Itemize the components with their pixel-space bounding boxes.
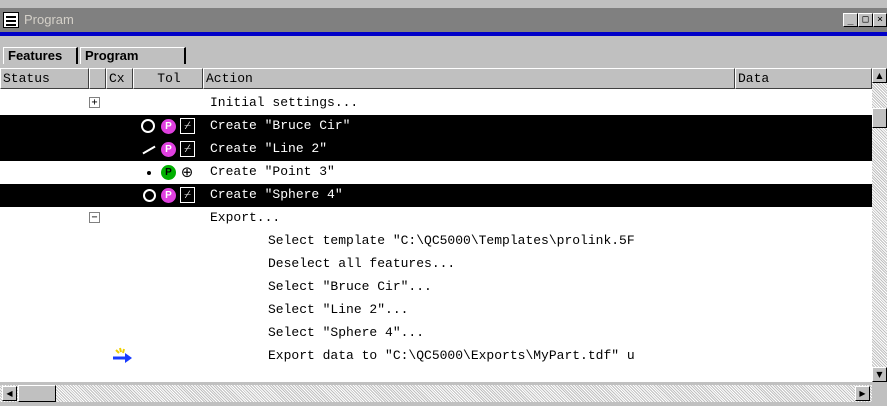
tolerance-icon: ⌿ xyxy=(180,187,195,203)
row-action: Initial settings... xyxy=(210,95,359,110)
circle-feature-icon xyxy=(141,119,155,133)
scroll-right-button[interactable]: ▶ xyxy=(855,386,870,401)
column-header-status[interactable]: Status xyxy=(0,68,89,89)
current-step-arrow-icon xyxy=(113,347,132,363)
program-app-icon[interactable] xyxy=(3,12,19,28)
point-feature-icon xyxy=(147,171,151,175)
probe-badge-icon: P xyxy=(161,188,176,203)
close-button[interactable]: × xyxy=(873,13,887,27)
list-item[interactable]: + Initial settings... xyxy=(0,92,872,115)
program-window: Program _ □ × Features Program Status Cx… xyxy=(0,0,887,406)
column-header-data[interactable]: Data xyxy=(735,68,872,89)
list-item[interactable]: P ⊕ Create "Point 3" xyxy=(0,161,872,184)
line-feature-icon xyxy=(142,145,156,155)
list-item[interactable]: Select "Bruce Cir"... xyxy=(0,276,872,299)
list-item[interactable]: Export data to "C:\QC5000\Exports\MyPart… xyxy=(0,345,872,368)
horizontal-scroll-thumb[interactable] xyxy=(18,385,56,402)
row-action: Export... xyxy=(210,210,281,225)
list-item[interactable]: − Export... xyxy=(0,207,872,230)
window-title: Program xyxy=(24,12,74,27)
list-item[interactable]: Select "Line 2"... xyxy=(0,299,872,322)
list-item[interactable]: Deselect all features... xyxy=(0,253,872,276)
list-item[interactable]: P ⌿ Create "Sphere 4" xyxy=(0,184,872,207)
column-header-blank[interactable] xyxy=(89,68,106,89)
tolerance-icon: ⌿ xyxy=(180,118,195,134)
title-accent-bar xyxy=(0,32,887,36)
row-action: Create "Sphere 4" xyxy=(210,187,343,202)
position-tolerance-icon: ⊕ xyxy=(180,163,194,181)
row-action: Create "Point 3" xyxy=(210,164,335,179)
expand-icon[interactable]: + xyxy=(89,97,100,108)
sphere-feature-icon xyxy=(143,189,156,202)
probe-badge-icon: P xyxy=(161,165,176,180)
title-bar[interactable]: Program _ □ × xyxy=(0,8,887,32)
scroll-down-button[interactable]: ▼ xyxy=(872,367,887,382)
tab-features[interactable]: Features xyxy=(3,47,78,64)
row-action: Create "Line 2" xyxy=(210,141,328,156)
tolerance-icon: ⌿ xyxy=(180,141,195,157)
row-action: Select template "C:\QC5000\Templates\pro… xyxy=(268,233,635,248)
column-header-tol[interactable]: Tol xyxy=(133,68,203,89)
list-item[interactable]: Select "Sphere 4"... xyxy=(0,322,872,345)
minimize-button[interactable]: _ xyxy=(843,13,858,27)
horizontal-scrollbar[interactable]: ◀ ▶ xyxy=(0,385,872,402)
probe-badge-icon: P xyxy=(161,142,176,157)
column-header-cx[interactable]: Cx xyxy=(106,68,133,89)
scroll-left-button[interactable]: ◀ xyxy=(2,386,17,401)
row-action: Select "Sphere 4"... xyxy=(268,325,425,340)
row-action: Deselect all features... xyxy=(268,256,456,271)
tab-program[interactable]: Program xyxy=(80,47,186,64)
row-action: Select "Line 2"... xyxy=(268,302,409,317)
list-item[interactable]: P ⌿ Create "Bruce Cir" xyxy=(0,115,872,138)
list-item[interactable]: Select template "C:\QC5000\Templates\pro… xyxy=(0,230,872,253)
maximize-button[interactable]: □ xyxy=(858,13,873,27)
list-item[interactable]: P ⌿ Create "Line 2" xyxy=(0,138,872,161)
row-action: Export data to "C:\QC5000\Exports\MyPart… xyxy=(268,348,635,363)
vertical-scroll-thumb[interactable] xyxy=(872,108,887,128)
program-step-list: + Initial settings... P ⌿ Create "Bruce … xyxy=(0,89,872,382)
probe-badge-icon: P xyxy=(161,119,176,134)
column-header-action[interactable]: Action xyxy=(203,68,735,89)
collapse-icon[interactable]: − xyxy=(89,212,100,223)
column-header-row: Status Cx Tol Action Data xyxy=(0,68,872,89)
row-action: Select "Bruce Cir"... xyxy=(268,279,432,294)
scroll-up-button[interactable]: ▲ xyxy=(872,68,887,83)
row-action: Create "Bruce Cir" xyxy=(210,118,351,133)
